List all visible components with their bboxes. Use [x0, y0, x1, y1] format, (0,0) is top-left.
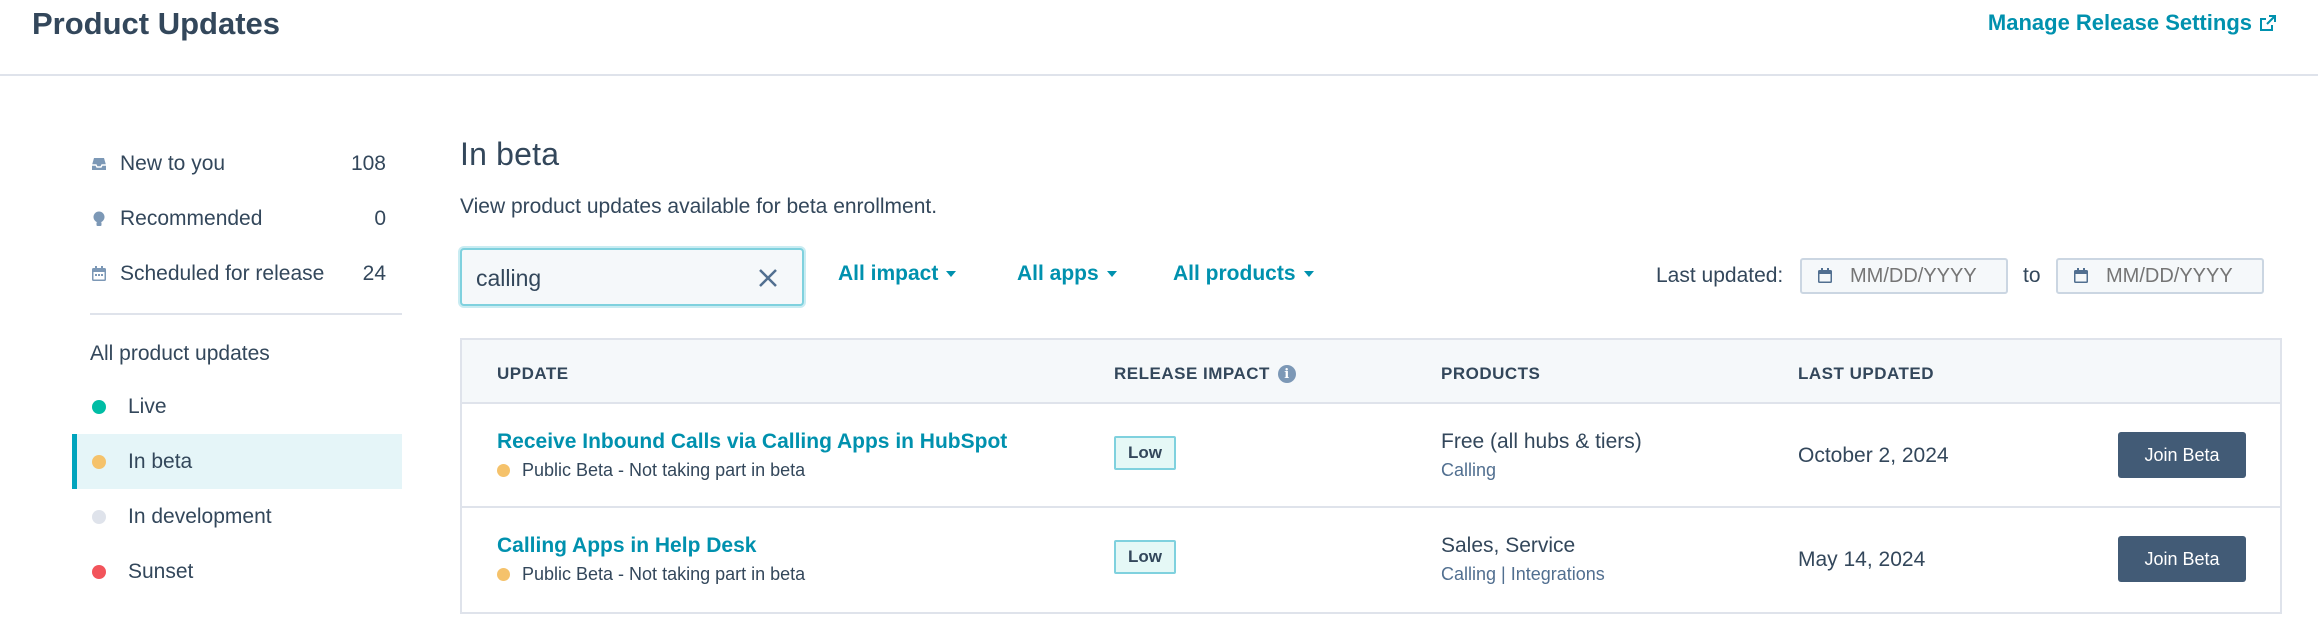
status-dot	[497, 568, 510, 581]
last-updated-date: May 14, 2024	[1798, 548, 1926, 571]
calendar-icon	[1818, 268, 1832, 283]
inbox-icon	[90, 155, 108, 173]
sidebar-item-count: 0	[374, 206, 386, 230]
sidebar-item-label: Sunset	[128, 559, 194, 583]
column-header-update: UPDATE	[497, 364, 569, 383]
external-link-icon	[2260, 15, 2276, 31]
sidebar: New to you 108 Recommended 0 Scheduled f…	[72, 136, 402, 599]
updates-table: UPDATE RELEASE IMPACT i PRODUCTS LAST UP…	[460, 338, 2282, 614]
update-status: Public Beta - Not taking part in beta	[497, 564, 805, 585]
last-updated-label: Last updated:	[1656, 264, 1784, 287]
status-dot-development	[92, 509, 106, 524]
start-date-field[interactable]	[1800, 258, 2008, 294]
sidebar-item-scheduled[interactable]: Scheduled for release 24	[72, 246, 402, 301]
column-header-products: PRODUCTS	[1441, 364, 1541, 383]
end-date-field[interactable]	[2056, 258, 2264, 294]
update-title-link[interactable]: Calling Apps in Help Desk	[497, 534, 756, 558]
section-description: View product updates available for beta …	[460, 195, 938, 218]
info-icon[interactable]: i	[1277, 365, 1296, 383]
join-beta-button[interactable]: Join Beta	[2118, 432, 2246, 478]
lightbulb-icon	[90, 210, 108, 228]
sidebar-item-in-development[interactable]: In development	[72, 489, 402, 544]
products-main: Sales, Service	[1441, 534, 1576, 557]
impact-badge: Low	[1114, 436, 1176, 470]
sidebar-item-label: Live	[128, 394, 167, 418]
date-range-to-label: to	[2023, 264, 2041, 287]
table-row: Calling Apps in Help Desk Public Beta - …	[462, 508, 2280, 612]
calendar-icon	[90, 265, 108, 283]
end-date-input[interactable]	[2106, 264, 2256, 288]
sidebar-item-recommended[interactable]: Recommended 0	[72, 191, 402, 246]
update-status-text: Public Beta - Not taking part in beta	[522, 460, 806, 480]
table-header: UPDATE RELEASE IMPACT i PRODUCTS LAST UP…	[462, 340, 2280, 404]
last-updated-date: October 2, 2024	[1798, 444, 1949, 467]
sidebar-divider	[90, 313, 402, 315]
sidebar-item-new-to-you[interactable]: New to you 108	[72, 136, 402, 191]
manage-release-settings-label: Manage Release Settings	[1987, 10, 2252, 35]
products-filter-label: All products	[1173, 262, 1296, 285]
column-header-impact: RELEASE IMPACT i	[1114, 364, 1296, 384]
sidebar-item-count: 108	[350, 151, 386, 175]
main-content: In beta View product updates available f…	[460, 136, 2282, 614]
status-dot-sunset	[92, 564, 106, 579]
caret-down-icon	[1303, 271, 1314, 277]
sidebar-item-label: New to you	[120, 151, 226, 175]
filter-row: All impact All apps All products Last up…	[460, 248, 2282, 308]
status-dot-live	[92, 399, 106, 414]
column-header-last-updated: LAST UPDATED	[1798, 364, 1935, 383]
products-sub: Calling	[1441, 460, 1497, 480]
manage-release-settings-link[interactable]: Manage Release Settings	[1988, 10, 2278, 36]
clear-search-icon[interactable]	[756, 266, 780, 290]
search-input[interactable]	[476, 262, 746, 294]
sidebar-item-label: In development	[128, 504, 272, 528]
products-sub: Calling | Integrations	[1441, 564, 1605, 584]
sidebar-item-label: In beta	[128, 449, 193, 473]
page-header: Product Updates Manage Release Settings	[0, 0, 2318, 76]
caret-down-icon	[946, 271, 957, 277]
products-filter-dropdown[interactable]: All products	[1173, 262, 1314, 286]
apps-filter-label: All apps	[1017, 262, 1099, 285]
sidebar-item-count: 24	[362, 261, 386, 285]
sidebar-item-in-beta[interactable]: In beta	[72, 434, 402, 489]
sidebar-item-label: Recommended	[120, 206, 263, 230]
sidebar-heading[interactable]: All product updates	[72, 329, 402, 379]
column-header-impact-label: RELEASE IMPACT	[1114, 364, 1270, 383]
products-main: Free (all hubs & tiers)	[1441, 430, 1642, 453]
join-beta-button[interactable]: Join Beta	[2118, 536, 2246, 582]
sidebar-item-sunset[interactable]: Sunset	[72, 544, 402, 599]
apps-filter-dropdown[interactable]: All apps	[1017, 262, 1117, 286]
section-title: In beta	[460, 136, 560, 172]
sidebar-item-label: Scheduled for release	[120, 261, 325, 285]
update-status: Public Beta - Not taking part in beta	[497, 460, 805, 481]
impact-filter-label: All impact	[838, 262, 939, 285]
status-dot-beta	[92, 454, 106, 469]
search-box[interactable]	[460, 248, 804, 306]
caret-down-icon	[1106, 271, 1117, 277]
status-dot	[497, 464, 510, 477]
sidebar-item-live[interactable]: Live	[72, 379, 402, 434]
update-title-link[interactable]: Receive Inbound Calls via Calling Apps i…	[497, 430, 1007, 454]
page-title: Product Updates	[32, 6, 281, 41]
calendar-icon	[2074, 268, 2088, 283]
impact-badge: Low	[1114, 540, 1176, 574]
update-status-text: Public Beta - Not taking part in beta	[522, 564, 806, 584]
impact-filter-dropdown[interactable]: All impact	[838, 262, 957, 286]
table-row: Receive Inbound Calls via Calling Apps i…	[462, 404, 2280, 508]
start-date-input[interactable]	[1850, 264, 2000, 288]
